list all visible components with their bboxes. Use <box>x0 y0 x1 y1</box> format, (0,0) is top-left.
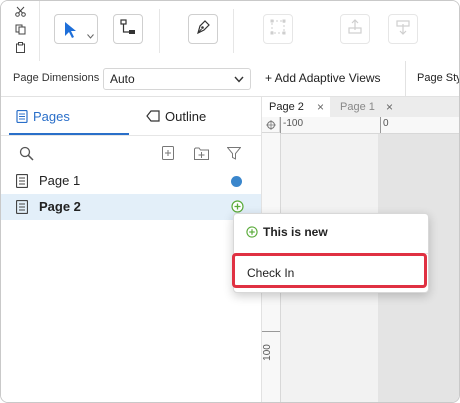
edit-tools <box>1 1 40 61</box>
search-icon[interactable] <box>18 145 34 161</box>
add-page-icon[interactable] <box>161 145 175 161</box>
new-status-icon <box>246 226 258 238</box>
ruler-label: -100 <box>283 118 304 129</box>
tab-pages[interactable]: Pages <box>16 97 70 135</box>
top-toolbar <box>1 1 459 62</box>
page-item-label: Page 1 <box>39 173 81 188</box>
connector-tool-button[interactable] <box>113 14 143 44</box>
pen-icon <box>194 18 212 41</box>
doc-tab-label: Page 1 <box>340 101 375 113</box>
page-style-label: Page Sty <box>417 72 460 84</box>
page-dimensions-value: Auto <box>110 72 135 86</box>
group-icon <box>269 18 287 41</box>
ruler-label: 100 <box>261 344 273 361</box>
tabs-divider <box>1 135 261 136</box>
select-pointer-icon <box>63 21 79 44</box>
toolbar-divider <box>159 9 160 53</box>
copy-icon[interactable] <box>14 23 27 36</box>
bring-forward-icon <box>346 18 364 41</box>
tab-outline[interactable]: Outline <box>146 97 206 135</box>
popup-header: This is new <box>246 225 328 239</box>
ruler-horizontal: -100 0 <box>280 117 459 134</box>
toolbar-divider <box>233 9 234 53</box>
tab-outline-label: Outline <box>165 108 207 124</box>
page-properties-bar: Page Dimensions Auto + Add Adaptive View… <box>1 61 459 97</box>
pen-tool-button[interactable] <box>188 14 218 44</box>
scissors-icon[interactable] <box>14 5 27 18</box>
filter-icon[interactable] <box>226 145 242 161</box>
doc-tab-page-1[interactable]: Page 1 × <box>333 97 399 117</box>
tab-pages-label: Pages <box>33 108 70 124</box>
ruler-tick <box>262 331 280 332</box>
chevron-down-icon <box>234 74 244 86</box>
close-icon[interactable]: × <box>317 100 324 114</box>
group-button[interactable] <box>263 14 293 44</box>
document-tabs: Page 2 × Page 1 × <box>262 97 459 118</box>
popup-header-label: This is new <box>263 225 328 239</box>
properties-divider <box>405 61 406 96</box>
page-item-page-2[interactable]: Page 2 <box>1 194 261 220</box>
page-item-page-1[interactable]: Page 1 <box>1 168 261 194</box>
ruler-tick <box>280 117 281 133</box>
send-backward-icon <box>394 18 412 41</box>
add-adaptive-views-button[interactable]: + Add Adaptive Views <box>265 71 381 85</box>
pages-panel: Pages Outline Page 1 Page 2 <box>1 97 262 402</box>
paste-icon[interactable] <box>14 41 27 54</box>
doc-tab-page-2[interactable]: Page 2 × <box>262 97 330 117</box>
page-dimensions-label: Page Dimensions <box>13 72 100 84</box>
ruler-tick <box>380 117 381 133</box>
check-in-highlight <box>232 253 427 288</box>
outline-icon <box>146 110 160 122</box>
close-icon[interactable]: × <box>386 100 393 114</box>
bring-forward-button[interactable] <box>340 14 370 44</box>
pages-icon <box>16 109 28 123</box>
add-folder-icon[interactable] <box>193 145 209 161</box>
ruler-label: 0 <box>383 118 389 129</box>
send-backward-button[interactable] <box>388 14 418 44</box>
doc-tab-label: Page 2 <box>269 101 304 113</box>
page-icon <box>15 173 29 191</box>
chevron-down-icon <box>87 26 94 44</box>
ruler-corner[interactable] <box>262 117 280 133</box>
app-window: Page Dimensions Auto + Add Adaptive View… <box>0 0 460 403</box>
page-dimensions-select[interactable]: Auto <box>103 68 251 90</box>
select-tool-button[interactable] <box>54 14 98 44</box>
status-dot <box>231 176 242 187</box>
crosshair-icon <box>265 119 276 130</box>
page-icon <box>15 199 29 217</box>
flow-connector-icon <box>119 18 137 41</box>
page-item-label: Page 2 <box>39 199 81 214</box>
